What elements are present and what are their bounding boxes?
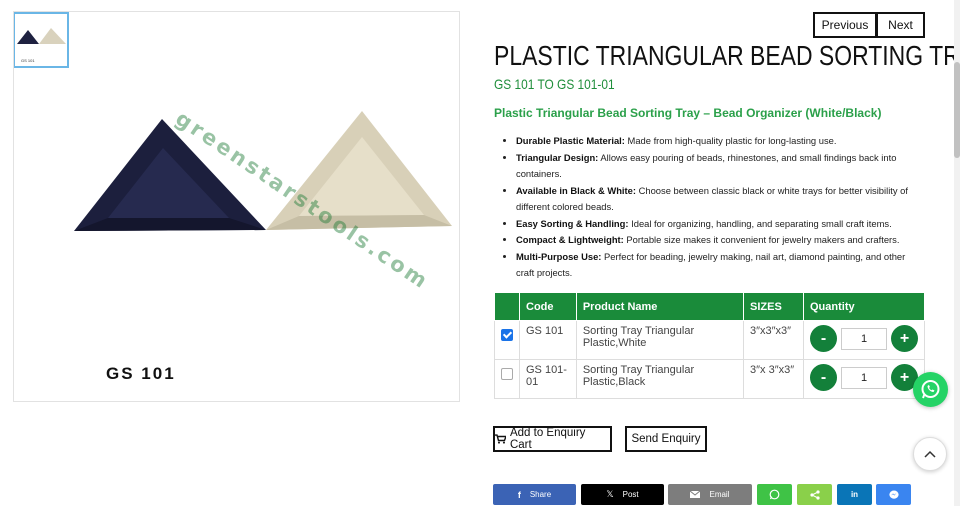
table-row: GS 101 Sorting Tray Triangular Plastic,W… — [494, 320, 925, 360]
quantity-cell: - + — [803, 359, 925, 399]
quantity-input[interactable] — [841, 327, 887, 350]
whatsapp-share-button[interactable] — [757, 484, 792, 505]
image-caption: GS 101 — [106, 364, 176, 383]
scroll-to-top-button[interactable] — [913, 437, 947, 471]
add-to-cart-label: Add to Enquiry Cart — [509, 427, 586, 451]
sharethis-share-button[interactable] — [797, 484, 832, 505]
product-subtitle: Plastic Triangular Bead Sorting Tray – B… — [494, 106, 882, 120]
cart-icon — [495, 434, 506, 444]
row-checkbox[interactable] — [501, 368, 513, 380]
email-icon — [690, 491, 701, 498]
feature-item: Triangular Design: Allows easy pouring o… — [516, 150, 926, 183]
feature-item: Compact & Lightweight: Portable size mak… — [516, 232, 926, 249]
row-product-name: Sorting Tray Triangular Plastic,White — [575, 320, 745, 360]
quantity-cell: - + — [803, 320, 925, 360]
x-icon: 𝕏 — [606, 489, 614, 499]
email-share-label: Email — [709, 490, 730, 499]
feature-item: Durable Plastic Material: Made from high… — [516, 133, 926, 150]
feature-item: Multi-Purpose Use: Perfect for beading, … — [516, 249, 926, 282]
add-to-enquiry-cart-button[interactable]: Add to Enquiry Cart — [493, 426, 612, 452]
next-button[interactable]: Next — [876, 12, 925, 38]
row-product-name: Sorting Tray Triangular Plastic,Black — [575, 359, 745, 399]
linkedin-share-button[interactable]: in — [837, 484, 872, 505]
row-size: 3″x 3″x3″ — [743, 359, 804, 399]
product-codes: GS 101 TO GS 101-01 — [494, 76, 615, 92]
select-column-header — [494, 292, 520, 321]
product-title: PLASTIC TRIANGULAR BEAD SORTING TRAY — [494, 40, 960, 71]
previous-button[interactable]: Previous — [813, 12, 877, 38]
send-enquiry-button[interactable]: Send Enquiry — [625, 426, 707, 452]
row-checkbox[interactable] — [501, 329, 513, 341]
facebook-icon: f — [517, 489, 521, 500]
whatsapp-icon — [769, 489, 780, 500]
row-code: GS 101-01 — [519, 359, 577, 399]
facebook-share-label: Share — [529, 490, 552, 499]
name-column-header: Product Name — [575, 292, 745, 321]
quantity-increase-button[interactable]: + — [891, 325, 918, 352]
page-scrollbar[interactable] — [954, 0, 960, 506]
share-icon — [809, 489, 820, 500]
sizes-column-header: SIZES — [743, 292, 804, 321]
x-share-label: Post — [622, 490, 639, 499]
messenger-share-button[interactable] — [876, 484, 911, 505]
quantity-column-header: Quantity — [803, 292, 925, 321]
whatsapp-chat-button[interactable] — [913, 372, 948, 407]
code-column-header: Code — [519, 292, 577, 321]
email-share-button[interactable]: Email — [668, 484, 752, 505]
feature-list: Durable Plastic Material: Made from high… — [494, 133, 926, 282]
linkedin-icon: in — [850, 490, 859, 499]
scrollbar-thumb[interactable] — [954, 62, 960, 158]
quantity-decrease-button[interactable]: - — [810, 364, 837, 391]
row-code: GS 101 — [519, 320, 577, 360]
chevron-up-icon — [924, 450, 936, 458]
product-variant-table: Code Product Name SIZES Quantity GS 101 … — [494, 292, 925, 399]
table-row: GS 101-01 Sorting Tray Triangular Plasti… — [494, 359, 925, 399]
quantity-input[interactable] — [841, 366, 887, 389]
x-share-button[interactable]: 𝕏 Post — [581, 484, 664, 505]
product-photo — [74, 111, 452, 231]
quantity-decrease-button[interactable]: - — [810, 325, 837, 352]
row-size: 3″x3″x3″ — [743, 320, 804, 360]
feature-item: Available in Black & White: Choose betwe… — [516, 183, 926, 216]
feature-item: Easy Sorting & Handling: Ideal for organ… — [516, 216, 926, 233]
messenger-icon — [888, 490, 899, 499]
facebook-share-button[interactable]: f Share — [493, 484, 576, 505]
product-image: greenstarstools.com GS 101 — [13, 11, 460, 402]
whatsapp-icon — [921, 380, 940, 399]
